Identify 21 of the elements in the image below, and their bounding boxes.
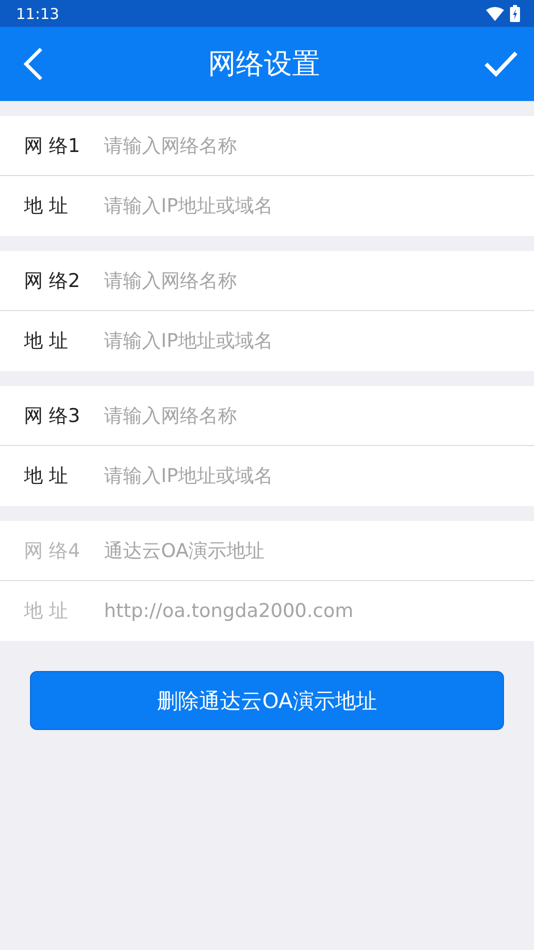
check-icon[interactable] — [484, 51, 518, 77]
field-label: 地 址 — [24, 329, 70, 354]
input-field[interactable]: 请输入网络名称 — [104, 134, 534, 156]
field-label: 网 络1 — [24, 134, 82, 158]
wifi-icon — [486, 6, 504, 20]
input-field[interactable]: 请输入网络名称 — [104, 404, 534, 426]
field-label: 网 络3 — [24, 404, 82, 428]
input-field[interactable]: 请输入IP地址或域名 — [104, 195, 534, 217]
input-field[interactable]: 请输入IP地址或域名 — [104, 330, 534, 352]
delete-button[interactable]: 删除通达云OA演示地址 — [30, 671, 504, 730]
field-label: 网 络4 — [24, 538, 82, 564]
back-icon[interactable] — [22, 47, 44, 81]
field-label: 地 址 — [24, 464, 70, 489]
field-label: 地 址 — [24, 599, 70, 624]
battery-icon — [510, 5, 520, 22]
page-title: 网络设置 — [208, 46, 320, 82]
input-field[interactable]: 请输入网络名称 — [104, 270, 534, 292]
status-time: 11:13 — [16, 4, 60, 22]
field-label: 网 络2 — [24, 268, 82, 294]
field-label: 地 址 — [24, 194, 70, 219]
input-field[interactable]: 请输入IP地址或域名 — [104, 465, 534, 487]
